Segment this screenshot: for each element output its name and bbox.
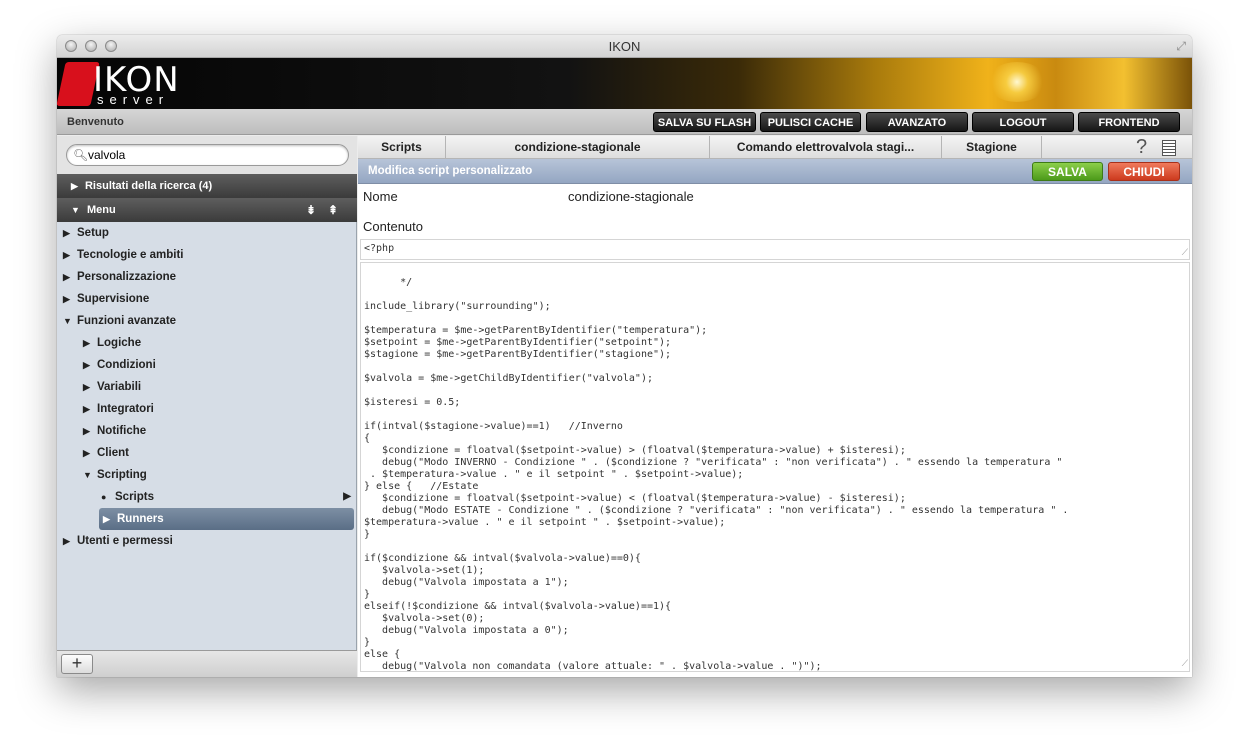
breadcrumb-item[interactable]: condizione-stagionale xyxy=(446,136,710,159)
sidebar-item-runners[interactable]: ▶ Runners xyxy=(99,508,354,530)
main-panel: Scripts condizione-stagionale Comando el… xyxy=(358,136,1192,677)
code-header-field[interactable]: <?php ⟋ xyxy=(360,239,1190,260)
collapse-all-icon[interactable]: ⇞ xyxy=(328,198,338,222)
expanded-arrow-icon: ▼ xyxy=(63,316,72,326)
sidebar-item-client[interactable]: ▶ Client xyxy=(83,442,129,464)
sidebar-item-label: Client xyxy=(97,447,129,459)
save-to-flash-button[interactable]: SALVA SU FLASH xyxy=(653,112,756,132)
collapsed-arrow-icon: ▶ xyxy=(63,536,70,546)
top-toolbar: Benvenuto SALVA SU FLASH PULISCI CACHE A… xyxy=(57,109,1192,135)
sidebar-item-label: Logiche xyxy=(97,337,142,349)
resize-grip-icon[interactable]: ⟋ xyxy=(1182,658,1188,670)
sidebar-item-tecnologie[interactable]: ▶ Tecnologie e ambiti xyxy=(63,244,184,266)
collapsed-arrow-icon: ▶ xyxy=(83,448,90,458)
welcome-label: Benvenuto xyxy=(67,116,124,128)
collapsed-arrow-icon: ▶ xyxy=(83,404,90,414)
sidebar-item-label: Supervisione xyxy=(77,293,150,305)
expanded-arrow-icon: ▼ xyxy=(83,470,92,480)
submenu-arrow-icon: ▶ xyxy=(343,491,351,502)
breadcrumb-item[interactable]: Comando elettrovalvola stagi... xyxy=(710,136,942,159)
sidebar-item-label: Condizioni xyxy=(97,359,156,371)
sidebar-item-label: Funzioni avanzate xyxy=(77,315,177,327)
expanded-arrow-icon: ▼ xyxy=(71,205,80,215)
code-text: */ include_library("surrounding"); $temp… xyxy=(364,277,1069,672)
collapsed-arrow-icon: ▶ xyxy=(71,181,78,191)
sidebar-item-label: Integratori xyxy=(97,403,154,415)
menu-header[interactable]: ▼ Menu ⇟ ⇞ xyxy=(57,198,357,222)
panel-title: Modifica script personalizzato xyxy=(368,165,533,177)
search-bar: 🔍︎ xyxy=(57,136,357,174)
content-label: Contenuto xyxy=(363,219,423,234)
collapsed-arrow-icon: ▶ xyxy=(83,360,90,370)
sidebar-item-label: Personalizzazione xyxy=(77,271,177,283)
save-button[interactable]: SALVA xyxy=(1032,162,1103,181)
collapsed-arrow-icon: ▶ xyxy=(63,250,70,260)
sidebar-item-label: Utenti e permessi xyxy=(77,535,173,547)
logout-button[interactable]: LOGOUT xyxy=(972,112,1074,132)
collapsed-arrow-icon: ▶ xyxy=(83,426,90,436)
logo-subtitle: server xyxy=(97,92,170,107)
collapsed-arrow-icon: ▶ xyxy=(63,228,70,238)
breadcrumb-item[interactable]: Stagione xyxy=(942,136,1042,159)
resize-grip-icon[interactable]: ⟋ xyxy=(1182,248,1188,258)
banner-flare xyxy=(987,62,1047,102)
search-results-header[interactable]: ▶ Risultati della ricerca (4) xyxy=(57,174,357,198)
sidebar-item-notifiche[interactable]: ▶ Notifiche xyxy=(83,420,146,442)
collapsed-arrow-icon: ▶ xyxy=(83,338,90,348)
panel-header: Modifica script personalizzato SALVA CHI… xyxy=(358,159,1192,184)
sidebar: 🔍︎ ▶ Risultati della ricerca (4) ▼ Menu … xyxy=(57,136,357,677)
help-icon[interactable]: ? xyxy=(1136,136,1147,158)
sidebar-item-utenti[interactable]: ▶ Utenti e permessi xyxy=(63,530,173,552)
sidebar-item-setup[interactable]: ▶ Setup xyxy=(63,222,109,244)
sidebar-item-supervisione[interactable]: ▶ Supervisione xyxy=(63,288,149,310)
sidebar-item-integratori[interactable]: ▶ Integratori xyxy=(83,398,154,420)
sidebar-item-label: Setup xyxy=(77,227,109,239)
code-editor[interactable]: */ include_library("surrounding"); $temp… xyxy=(360,262,1190,672)
close-button[interactable]: CHIUDI xyxy=(1108,162,1180,181)
sidebar-item-condizioni[interactable]: ▶ Condizioni xyxy=(83,354,156,376)
window-title: IKON xyxy=(608,39,641,54)
breadcrumb-item[interactable]: Scripts xyxy=(358,136,446,159)
sidebar-item-scripting[interactable]: ▼ Scripting xyxy=(83,464,147,486)
sidebar-item-label: Tecnologie e ambiti xyxy=(77,249,184,261)
collapsed-arrow-icon: ▶ xyxy=(103,514,110,524)
sidebar-item-label: Scripting xyxy=(97,469,147,481)
fullscreen-icon[interactable]: ⤢ xyxy=(1176,39,1186,54)
breadcrumb: Scripts condizione-stagionale Comando el… xyxy=(358,136,1192,159)
code-header-text: <?php xyxy=(364,243,395,254)
sidebar-item-label: Notifiche xyxy=(97,425,147,437)
sidebar-item-scripts[interactable]: ● Scripts ▶ xyxy=(101,486,351,508)
collapsed-arrow-icon: ▶ xyxy=(83,382,90,392)
search-field[interactable]: 🔍︎ xyxy=(66,144,349,166)
collapsed-arrow-icon: ▶ xyxy=(63,294,70,304)
menu-label: Menu xyxy=(86,204,116,216)
sidebar-item-personalizzazione[interactable]: ▶ Personalizzazione xyxy=(63,266,176,288)
app-window: IKON ⤢ IKON server Benvenuto SALVA SU FL… xyxy=(57,35,1192,677)
bullet-icon: ● xyxy=(101,492,107,502)
search-results-label: Risultati della ricerca (4) xyxy=(84,180,213,192)
sidebar-item-logiche[interactable]: ▶ Logiche xyxy=(83,332,141,354)
sidebar-item-label: Runners xyxy=(117,513,164,525)
header-banner: IKON server xyxy=(57,58,1192,109)
name-value[interactable]: condizione-stagionale xyxy=(568,189,694,204)
sidebar-item-label: Scripts xyxy=(115,491,154,503)
expand-all-icon[interactable]: ⇟ xyxy=(306,198,316,222)
name-label: Nome xyxy=(363,189,398,204)
title-bar: IKON ⤢ xyxy=(57,35,1192,58)
sidebar-item-label: Variabili xyxy=(97,381,142,393)
add-button[interactable]: + xyxy=(61,654,93,674)
sidebar-item-funzioni-avanzate[interactable]: ▼ Funzioni avanzate xyxy=(63,310,176,332)
document-search-icon[interactable] xyxy=(1162,140,1176,156)
frontend-button[interactable]: FRONTEND xyxy=(1078,112,1180,132)
sidebar-item-variabili[interactable]: ▶ Variabili xyxy=(83,376,141,398)
clear-cache-button[interactable]: PULISCI CACHE xyxy=(760,112,861,132)
search-icon: 🔍︎ xyxy=(73,148,89,162)
advanced-button[interactable]: AVANZATO xyxy=(866,112,968,132)
search-input[interactable] xyxy=(88,147,338,163)
collapsed-arrow-icon: ▶ xyxy=(63,272,70,282)
sidebar-footer: + xyxy=(57,650,357,677)
